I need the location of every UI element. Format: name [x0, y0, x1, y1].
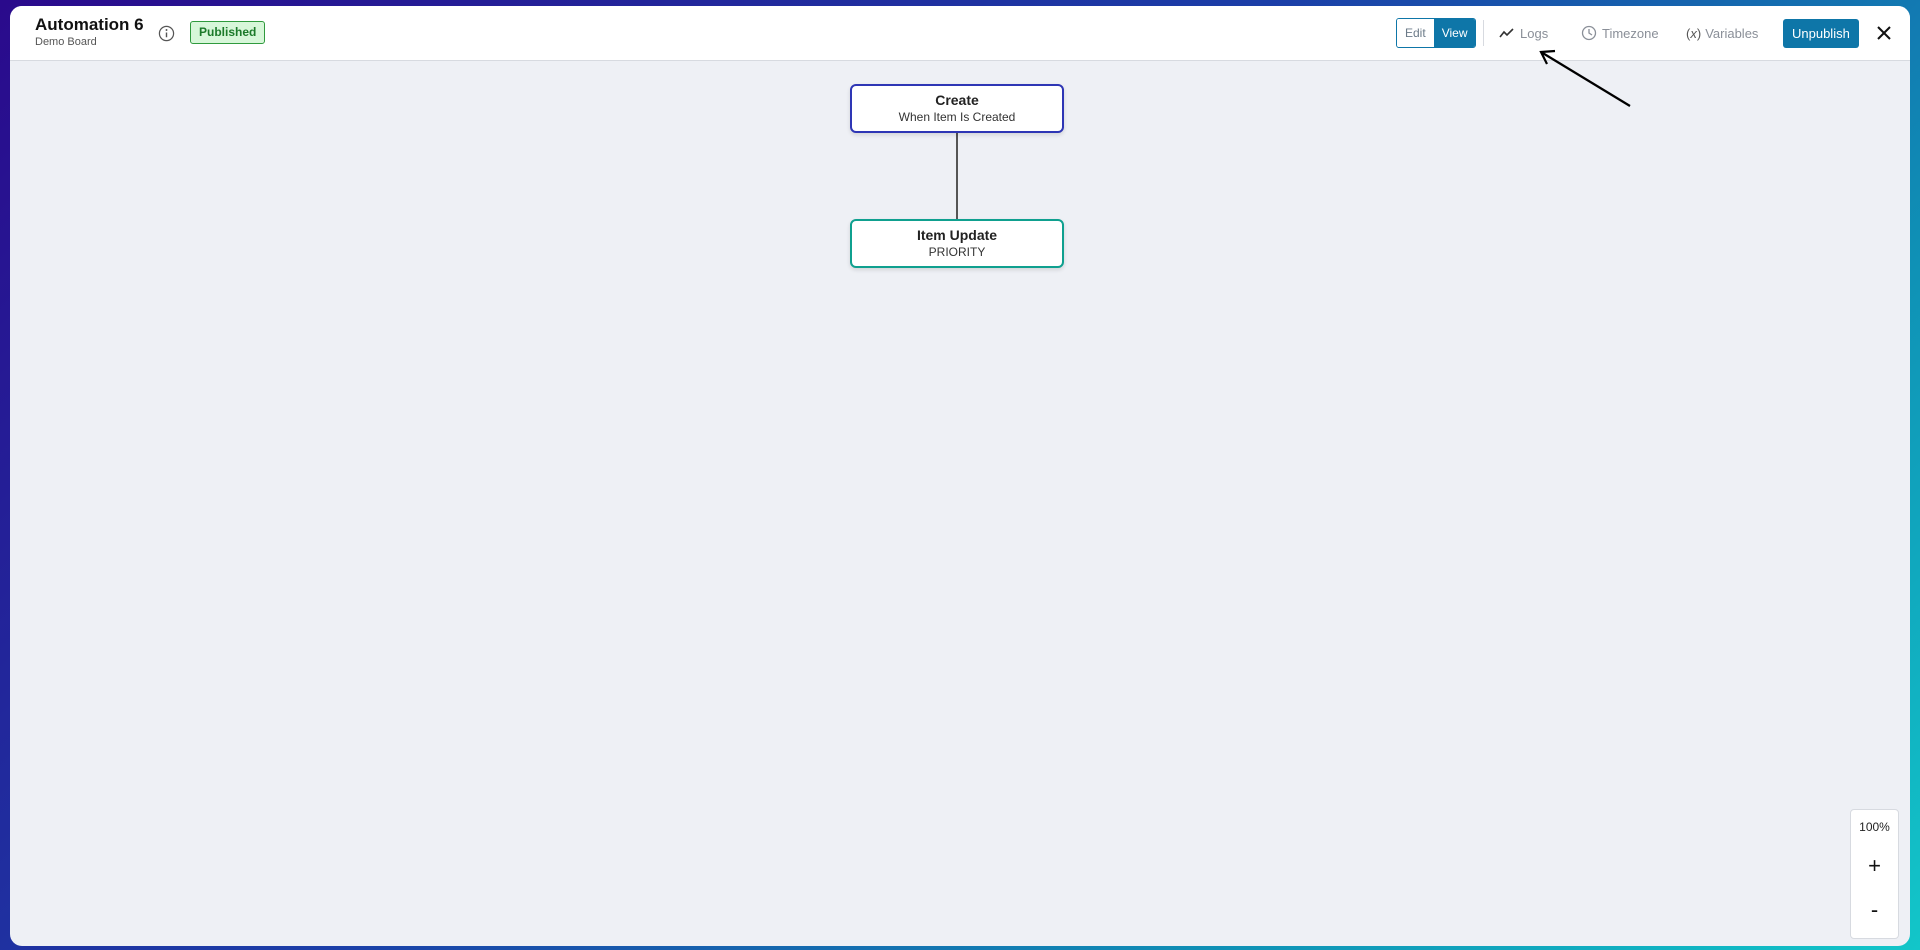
zoom-level: 100%: [1859, 820, 1890, 834]
page-title: Automation 6: [35, 15, 144, 34]
automation-window: Automation 6 Demo Board Published Edit V…: [10, 6, 1910, 946]
variables-button[interactable]: (x) Variables: [1686, 22, 1758, 44]
node-title: Item Update: [916, 227, 998, 243]
variables-icon: (x): [1686, 25, 1702, 41]
trigger-node-create[interactable]: Create When Item Is Created: [850, 84, 1064, 133]
info-icon[interactable]: [158, 25, 175, 42]
unpublish-button[interactable]: Unpublish: [1783, 19, 1859, 48]
board-name: Demo Board: [35, 36, 97, 48]
variables-label: Variables: [1705, 25, 1759, 41]
timezone-button[interactable]: Timezone: [1581, 22, 1659, 44]
zoom-in-button[interactable]: +: [1851, 853, 1898, 879]
logs-label: Logs: [1520, 25, 1549, 41]
node-title: Create: [935, 92, 979, 108]
view-mode-button[interactable]: View: [1433, 19, 1476, 47]
action-node-item-update[interactable]: Item Update PRIORITY: [850, 219, 1064, 268]
zoom-out-button[interactable]: -: [1851, 897, 1898, 923]
timezone-label: Timezone: [1602, 25, 1659, 41]
logs-button[interactable]: Logs: [1499, 22, 1548, 44]
logs-chart-icon: [1499, 28, 1514, 38]
annotation-arrow: [1539, 49, 1631, 107]
close-icon[interactable]: [1876, 25, 1892, 41]
title-block: Automation 6 Demo Board: [35, 15, 144, 49]
node-subtitle: When Item Is Created: [898, 110, 1016, 124]
node-connector: [956, 133, 958, 219]
status-badge: Published: [190, 21, 266, 44]
node-subtitle: PRIORITY: [928, 245, 986, 259]
edit-mode-button[interactable]: Edit: [1397, 19, 1434, 47]
toolbar-divider: [1483, 20, 1484, 46]
zoom-controls: 100% + -: [1850, 809, 1899, 939]
mode-toggle: Edit View: [1396, 18, 1477, 48]
timezone-clock-icon: [1581, 25, 1597, 41]
